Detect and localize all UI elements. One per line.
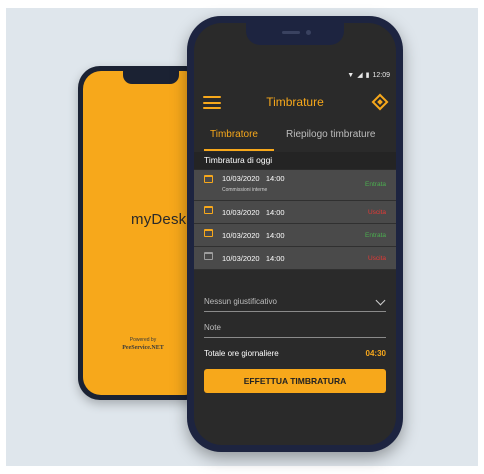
entry-datetime: 10/03/2020 14:00 <box>222 174 285 183</box>
entry-row[interactable]: 10/03/2020 14:00 Uscita <box>194 247 396 270</box>
status-time: 12:09 <box>372 71 390 79</box>
entry-type: Entrata <box>365 181 386 188</box>
submit-button[interactable]: EFFETTUA TIMBRATURA <box>204 369 386 393</box>
active-tab-indicator <box>204 149 274 151</box>
entry-type: Uscita <box>367 209 386 216</box>
section-title: Timbratura di oggi <box>204 155 273 165</box>
calendar-icon <box>204 252 213 260</box>
entry-datetime: 10/03/2020 14:00 <box>222 208 285 217</box>
total-hours: Totale ore giornaliere 04:30 <box>204 349 386 361</box>
section-header: Timbratura di oggi <box>194 152 396 169</box>
entry-note: Commissioni interne <box>222 187 268 193</box>
entry-type: Uscita <box>367 255 386 262</box>
wifi-icon: ▼ <box>347 71 355 79</box>
phone-notch <box>246 23 344 45</box>
powered-by-text: Powered by <box>129 337 157 343</box>
status-bar: ▼ ◢ ▮ 12:09 <box>347 71 390 80</box>
entry-datetime: 10/03/2020 14:00 <box>222 254 285 263</box>
calendar-icon <box>204 175 213 183</box>
notes-placeholder: Note <box>204 323 221 332</box>
entry-row[interactable]: 10/03/2020 14:00 Uscita <box>194 201 396 224</box>
total-label: Totale ore giornaliere <box>204 349 279 358</box>
speaker-grille <box>282 31 300 34</box>
calendar-icon <box>204 206 213 214</box>
tab-timbratore[interactable]: Timbratore <box>210 129 258 140</box>
entry-row[interactable]: 10/03/2020 14:00 Entrata <box>194 224 396 247</box>
app-phone: ▼ ◢ ▮ 12:09 Timbrature Timbratore Riepil… <box>187 16 403 452</box>
app-bar: Timbrature <box>194 87 396 119</box>
chevron-down-icon <box>375 295 386 306</box>
entry-row[interactable]: 10/03/2020 14:00 Commissioni interne Ent… <box>194 170 396 201</box>
app-logo: myDesk <box>131 211 187 228</box>
app-screen: ▼ ◢ ▮ 12:09 Timbrature Timbratore Riepil… <box>194 23 396 445</box>
phone-notch <box>123 71 179 84</box>
tab-bar: Timbratore Riepilogo timbrature <box>194 127 396 151</box>
total-value: 04:30 <box>365 349 386 358</box>
tab-riepilogo[interactable]: Riepilogo timbrature <box>286 129 376 140</box>
justification-select[interactable]: Nessun giustificativo <box>204 295 386 312</box>
entry-datetime: 10/03/2020 14:00 <box>222 231 285 240</box>
page-title: Timbrature <box>266 95 324 109</box>
brand-logo: PeeService.NET <box>122 345 164 351</box>
calendar-icon <box>204 229 213 237</box>
justification-value: Nessun giustificativo <box>204 297 277 306</box>
entry-type: Entrata <box>365 232 386 239</box>
splash-screen: myDesk Powered by PeeService.NET <box>83 71 203 395</box>
signal-icon: ◢ <box>357 72 363 79</box>
camera-icon <box>306 30 311 35</box>
notes-field[interactable]: Note <box>204 321 386 338</box>
battery-icon: ▮ <box>365 72 370 79</box>
